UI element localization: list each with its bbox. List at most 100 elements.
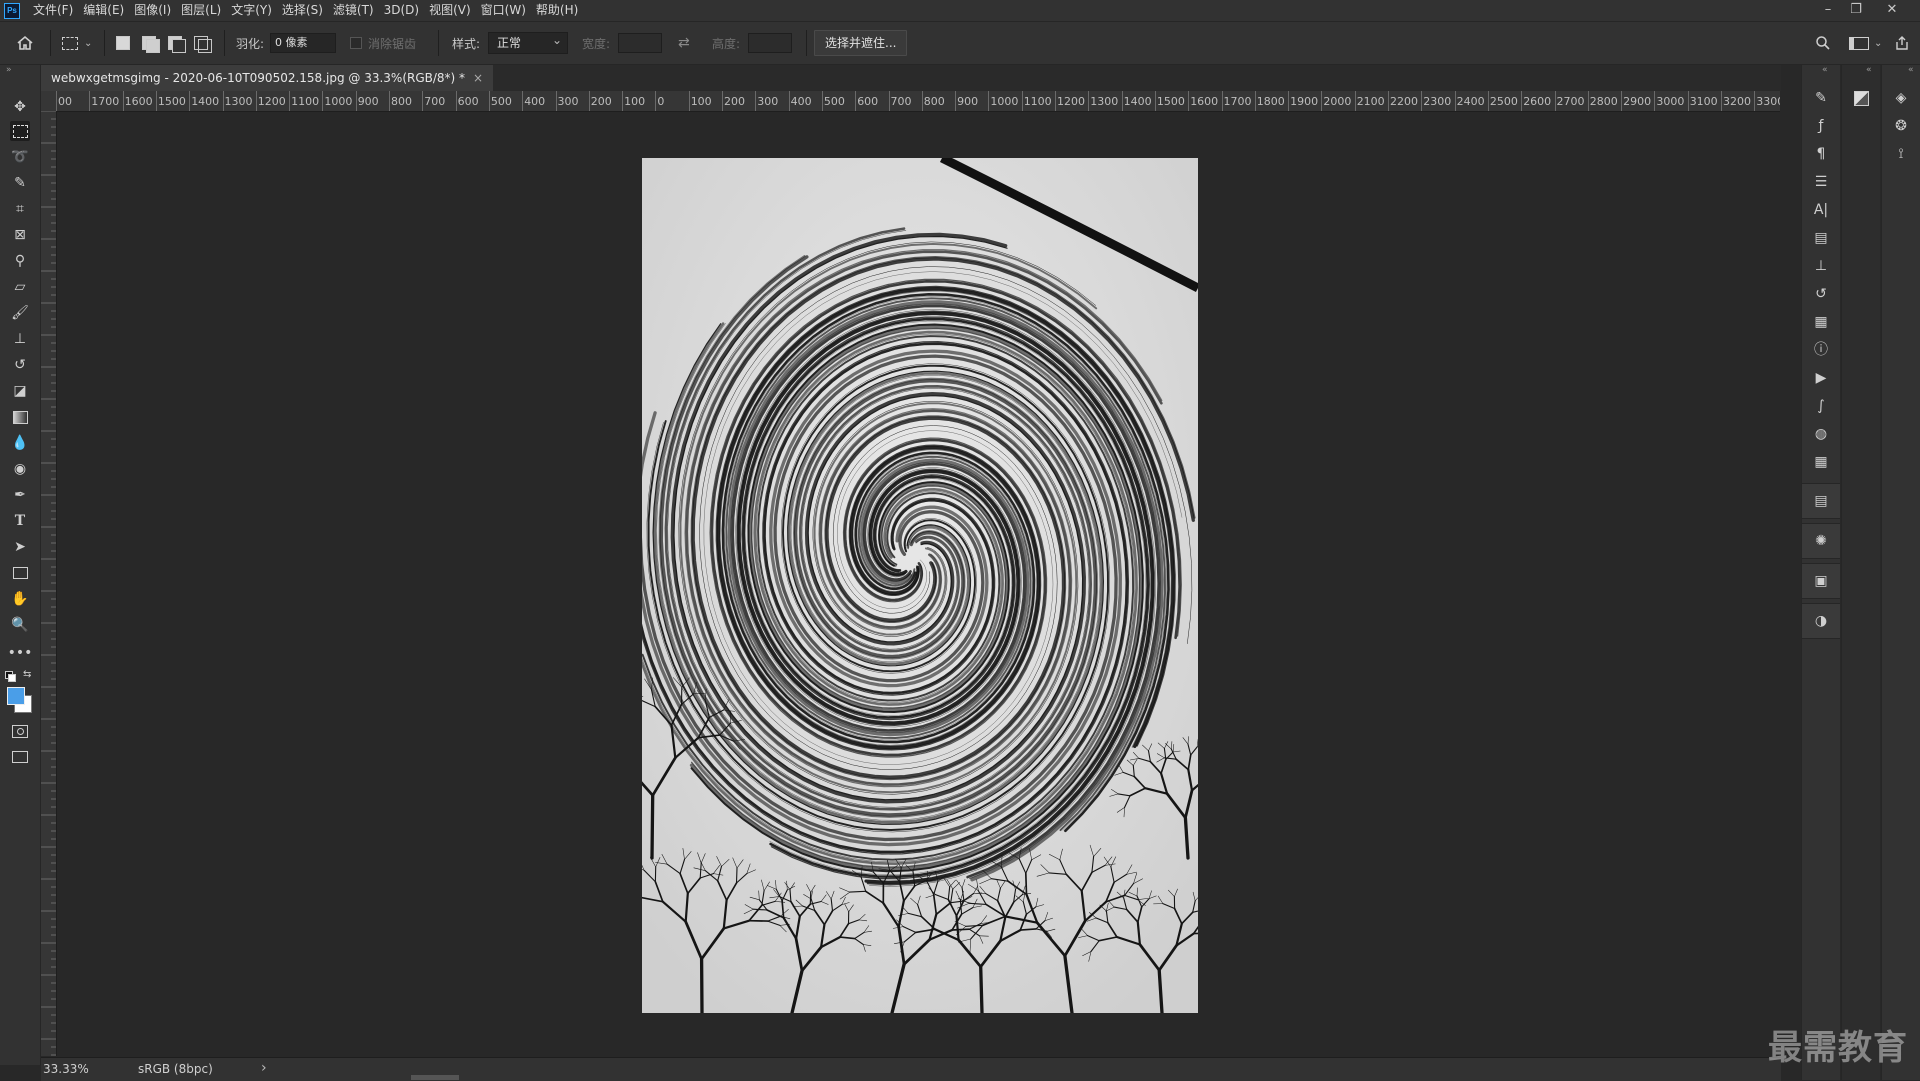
layers-icon[interactable]: ◈ [1892, 89, 1910, 107]
timeline-icon[interactable]: ▣ [1812, 572, 1830, 590]
menu-edit[interactable]: 编辑(E) [78, 0, 129, 21]
gradient-tool[interactable] [10, 407, 30, 427]
menu-3d[interactable]: 3D(D) [379, 0, 424, 21]
menu-view[interactable]: 视图(V) [424, 0, 476, 21]
menu-image[interactable]: 图像(I) [129, 0, 176, 21]
workspace-icon [1849, 37, 1869, 50]
paragraph-icon[interactable]: ¶ [1812, 145, 1830, 163]
workspace-button[interactable]: ⌄ [1849, 22, 1882, 64]
close-window-button[interactable]: ✕ [1878, 0, 1906, 21]
type-tool[interactable]: T [10, 511, 30, 531]
adjustments-gear-icon[interactable]: ✺ [1812, 532, 1830, 550]
marquee-tool[interactable] [10, 121, 30, 141]
lasso-tool[interactable]: ➰ [10, 147, 30, 167]
move-tool[interactable]: ✥ [10, 97, 30, 117]
search-button[interactable] [1815, 22, 1831, 64]
properties-icon[interactable]: ☰ [1812, 173, 1830, 191]
paths-icon[interactable]: ∫ [1812, 397, 1830, 415]
feather-input[interactable]: 0 像素 [270, 33, 336, 53]
ruler-tick [1455, 91, 1456, 111]
share-button[interactable] [1894, 22, 1910, 64]
frame-tool[interactable]: ⊠ [10, 225, 30, 245]
hand-tool[interactable]: ✋ [10, 589, 30, 609]
horizontal-ruler[interactable]: 0017001600150014001300120011001000900800… [56, 91, 1780, 112]
paths-panel-icon[interactable]: ⟟ [1892, 145, 1910, 163]
antialias-checkbox[interactable] [350, 37, 362, 49]
home-button[interactable] [16, 22, 34, 64]
styles-icon[interactable]: ◑ [1812, 612, 1830, 630]
restore-button[interactable]: ❐ [1842, 0, 1870, 21]
select-and-mask-button[interactable]: 选择并遮住... [814, 30, 907, 56]
libraries-icon[interactable]: ▦ [1812, 313, 1830, 331]
ruler-origin[interactable] [41, 91, 57, 112]
blur-tool[interactable]: 💧 [10, 433, 30, 453]
menu-layer[interactable]: 图层(L) [176, 0, 226, 21]
minimize-button[interactable]: – [1814, 0, 1842, 21]
document-tab[interactable]: webwxgetmsgimg - 2020-06-10T090502.158.j… [41, 65, 493, 91]
swap-dimensions-button[interactable]: ⇄ [678, 22, 690, 64]
quick-select-tool[interactable]: ✎ [10, 173, 30, 193]
table-icon[interactable]: ▦ [1812, 453, 1830, 471]
path-selection-tool[interactable]: ➤ [10, 537, 30, 557]
status-menu-arrow[interactable]: › [261, 1060, 267, 1076]
vertical-ruler[interactable] [41, 111, 57, 1056]
brushes-icon[interactable]: ƒ [1812, 117, 1830, 135]
quick-mask-button[interactable] [10, 721, 30, 741]
document-image-swirl[interactable] [642, 158, 1198, 1013]
menu-window[interactable]: 窗口(W) [476, 0, 531, 21]
menu-file[interactable]: 文件(F) [28, 0, 78, 21]
clone-stamp-tool[interactable]: ⊥ [10, 329, 30, 349]
eyedropper-tool[interactable]: ⚲ [10, 251, 30, 271]
actions-play-icon[interactable]: ▶ [1812, 369, 1830, 387]
3d-icon[interactable]: ◍ [1812, 425, 1830, 443]
marquee-preset-picker[interactable]: ⌄ [62, 22, 92, 64]
swap-colors-icon[interactable]: ⇆ [23, 669, 31, 680]
channels-icon[interactable]: ❂ [1892, 117, 1910, 135]
zoom-level[interactable]: 33.33% [43, 1062, 89, 1076]
dodge-icon: ◉ [14, 461, 26, 477]
canvas-area[interactable] [57, 112, 1781, 1056]
screen-mode-button[interactable] [10, 747, 30, 767]
glyphs-icon[interactable]: ▤ [1812, 229, 1830, 247]
vertical-scrollbar[interactable] [1781, 91, 1801, 1057]
collapse-panels-icon[interactable]: « [1908, 65, 1914, 75]
height-input[interactable] [748, 33, 792, 53]
crop-tool[interactable]: ⌗ [10, 199, 30, 219]
ruler-label: 1200 [258, 95, 286, 108]
clone-source-icon[interactable]: ⊥ [1812, 257, 1830, 275]
ruler-tick [822, 91, 823, 111]
zoom-tool[interactable]: 🔍 [10, 615, 30, 635]
foreground-color-swatch[interactable] [7, 687, 25, 705]
collapse-toolbar-icon[interactable]: » [6, 65, 12, 75]
menu-filter[interactable]: 滤镜(T) [328, 0, 379, 21]
add-selection-button[interactable] [142, 22, 158, 64]
close-tab-icon[interactable]: × [473, 65, 483, 91]
ruler-label: 1300 [225, 95, 253, 108]
menu-select[interactable]: 选择(S) [277, 0, 328, 21]
new-selection-button[interactable] [116, 22, 130, 64]
notes-icon[interactable]: ▤ [1812, 492, 1830, 510]
intersect-selection-button[interactable] [194, 22, 210, 64]
dodge-tool[interactable]: ◉ [10, 459, 30, 479]
history-icon[interactable]: ↺ [1812, 285, 1830, 303]
style-select[interactable]: 正常 [488, 32, 568, 54]
horizontal-scroll-thumb[interactable] [411, 1075, 459, 1080]
menu-help[interactable]: 帮助(H) [531, 0, 583, 21]
character-icon[interactable]: A| [1812, 201, 1830, 219]
history-brush-tool[interactable]: ↺ [10, 355, 30, 375]
collapse-panels-icon[interactable]: « [1866, 65, 1872, 75]
info-icon[interactable]: ⓘ [1812, 341, 1830, 359]
pen-tool[interactable]: ✒ [10, 485, 30, 505]
healing-brush-tool[interactable]: ▱ [10, 277, 30, 297]
brush-settings-icon[interactable]: ✎ [1812, 89, 1830, 107]
menu-type[interactable]: 文字(Y) [226, 0, 277, 21]
more-tools-button[interactable]: ••• [10, 643, 30, 663]
default-colors-button[interactable] [5, 671, 15, 681]
color-panel-icon[interactable] [1852, 89, 1870, 107]
brush-tool[interactable]: 🖌 [10, 303, 30, 323]
collapse-panels-icon[interactable]: « [1822, 65, 1828, 75]
eraser-tool[interactable]: ◪ [10, 381, 30, 401]
subtract-selection-button[interactable] [168, 22, 184, 64]
width-input[interactable] [618, 33, 662, 53]
rectangle-tool[interactable] [10, 563, 30, 583]
